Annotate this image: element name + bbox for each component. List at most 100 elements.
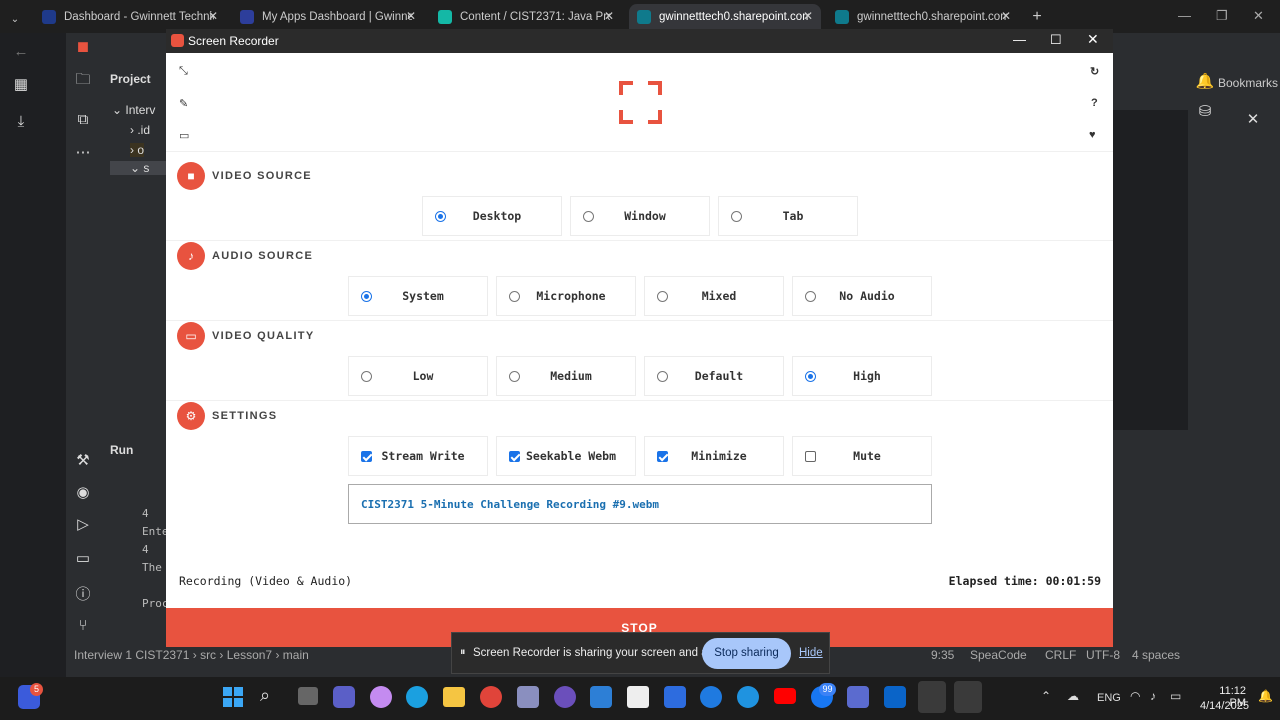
run-label[interactable]: Run (110, 443, 133, 457)
breadcrumb[interactable]: Interview 1 CIST2371 › src › Lesson7 › m… (74, 648, 309, 662)
option-mixed[interactable]: Mixed (644, 276, 784, 316)
intellij-taskbar-button[interactable] (918, 681, 946, 713)
language-indicator[interactable]: ENG (1097, 692, 1121, 704)
pencil-icon[interactable]: ✎ (179, 97, 188, 110)
radio-button[interactable] (657, 291, 668, 302)
grid-icon[interactable]: ▦ (9, 75, 33, 93)
folder-icon[interactable]: 🗀 (71, 69, 95, 94)
youtube-icon[interactable] (774, 688, 796, 704)
minimize-icon[interactable]: — (1013, 32, 1026, 47)
close-icon[interactable]: ✕ (1253, 8, 1264, 24)
option-medium[interactable]: Medium (496, 356, 636, 396)
plugin-status[interactable]: SpeaCode (970, 648, 1027, 662)
chevron-up-icon[interactable]: ⌃ (1041, 689, 1051, 703)
refresh-icon[interactable]: ↻ (1090, 65, 1099, 78)
bell-icon[interactable]: 🔔 (1258, 689, 1273, 703)
cloud-icon[interactable]: ☁ (1067, 689, 1079, 703)
maximize-icon[interactable]: ☐ (1050, 32, 1062, 48)
battery-icon[interactable]: ▭ (1170, 689, 1181, 703)
checkbox[interactable] (509, 451, 520, 462)
close-icon[interactable]: ✕ (1087, 31, 1099, 48)
project-label[interactable]: Project (110, 72, 151, 86)
file-explorer-icon[interactable] (443, 687, 465, 707)
option-low[interactable]: Low (348, 356, 488, 396)
maximize-icon[interactable]: ❐ (1216, 8, 1228, 24)
windows-start-icon[interactable] (223, 687, 243, 707)
crop-icon[interactable]: ⤡ (179, 65, 188, 78)
vscode-icon[interactable] (590, 686, 612, 708)
structure-icon[interactable]: ⧉ (71, 111, 95, 128)
radio-button[interactable] (657, 371, 668, 382)
browser-tab-3[interactable]: Content / CIST2371: Java Progr ✕ (430, 4, 622, 30)
checkbox[interactable] (361, 451, 372, 462)
bookmarks-label[interactable]: Bookmarks (1218, 76, 1278, 90)
app-icon[interactable] (737, 686, 759, 708)
option-desktop[interactable]: Desktop (422, 196, 562, 236)
app-icon[interactable] (847, 686, 869, 708)
back-icon[interactable]: ← (9, 43, 33, 60)
browser-tab-5[interactable]: gwinnetttech0.sharepoint.com/✕ (827, 4, 1019, 30)
terminal-icon[interactable]: ▭ (71, 549, 95, 567)
volume-icon[interactable]: ♪ (1150, 689, 1156, 703)
close-icon[interactable]: ✕ (406, 9, 416, 23)
tree-item[interactable]: ⌄ Interv (112, 103, 155, 117)
option-window[interactable]: Window (570, 196, 710, 236)
tree-item[interactable]: › o (130, 143, 145, 157)
tree-item[interactable]: ⌄ s (110, 161, 170, 175)
help-icon[interactable]: ? (1091, 97, 1098, 109)
wikipedia-icon[interactable] (627, 686, 649, 708)
close-icon[interactable]: ✕ (803, 9, 813, 23)
hide-link[interactable]: Hide (799, 647, 823, 659)
radio-button[interactable] (361, 291, 372, 302)
heart-icon[interactable]: ♥ (1089, 129, 1096, 141)
radio-button[interactable] (805, 291, 816, 302)
debug-icon[interactable]: ◉ (71, 483, 95, 501)
more-icon[interactable]: ⋯ (71, 143, 95, 161)
browser-tab-4[interactable]: gwinnetttech0.sharepoint.com/✕ (629, 4, 821, 30)
recorder-taskbar-button[interactable] (954, 681, 982, 713)
filename-input[interactable]: CIST2371 5-Minute Challenge Recording #9… (348, 484, 932, 524)
edge-icon[interactable] (406, 686, 428, 708)
stop-sharing-button[interactable]: Stop sharing (702, 638, 791, 669)
radio-button[interactable] (731, 211, 742, 222)
app-icon[interactable] (554, 686, 576, 708)
new-tab-button[interactable]: + (1026, 4, 1048, 30)
encoding[interactable]: UTF-8 (1086, 648, 1120, 662)
checkbox[interactable] (657, 451, 668, 462)
close-icon[interactable]: ✕ (604, 9, 614, 23)
close-icon[interactable]: ✕ (208, 9, 218, 23)
option-minimize[interactable]: Minimize (644, 436, 784, 476)
outlook-icon[interactable] (884, 686, 906, 708)
chrome-icon[interactable] (480, 686, 502, 708)
store-icon[interactable] (664, 686, 686, 708)
teams-icon[interactable] (333, 686, 355, 708)
radio-button[interactable] (509, 371, 520, 382)
option-mute[interactable]: Mute (792, 436, 932, 476)
close-icon[interactable]: ✕ (1241, 110, 1265, 128)
copilot-icon[interactable] (370, 686, 392, 708)
notifications-icon[interactable]: 🔔 (1193, 72, 1217, 90)
browser-tab-1[interactable]: Dashboard - Gwinnett Technica ✕ (34, 4, 226, 30)
minimize-icon[interactable]: — (1178, 8, 1191, 23)
tree-item[interactable]: › .id (130, 123, 150, 137)
radio-button[interactable] (361, 371, 372, 382)
snipping-tool-icon[interactable] (517, 686, 539, 708)
download-icon[interactable]: ⤓ (9, 113, 33, 130)
cursor-position[interactable]: 9:35 (931, 648, 954, 662)
option-system[interactable]: System (348, 276, 488, 316)
database-icon[interactable]: ⛁ (1193, 102, 1217, 120)
close-icon[interactable]: ✕ (1001, 9, 1011, 23)
line-ending[interactable]: CRLF (1045, 648, 1076, 662)
clock-date[interactable]: 4/14/2025 (1200, 700, 1249, 712)
task-view-icon[interactable] (298, 687, 318, 705)
option-stream-write[interactable]: Stream Write (348, 436, 488, 476)
radio-button[interactable] (583, 211, 594, 222)
problems-icon[interactable]: ⓘ (71, 583, 95, 604)
build-icon[interactable]: ⚒ (71, 451, 95, 469)
wifi-icon[interactable]: ◠ (1130, 689, 1140, 703)
option-tab[interactable]: Tab (718, 196, 858, 236)
option-no-audio[interactable]: No Audio (792, 276, 932, 316)
checkbox[interactable] (805, 451, 816, 462)
search-icon[interactable]: ⌕ (260, 685, 270, 706)
radio-button[interactable] (509, 291, 520, 302)
